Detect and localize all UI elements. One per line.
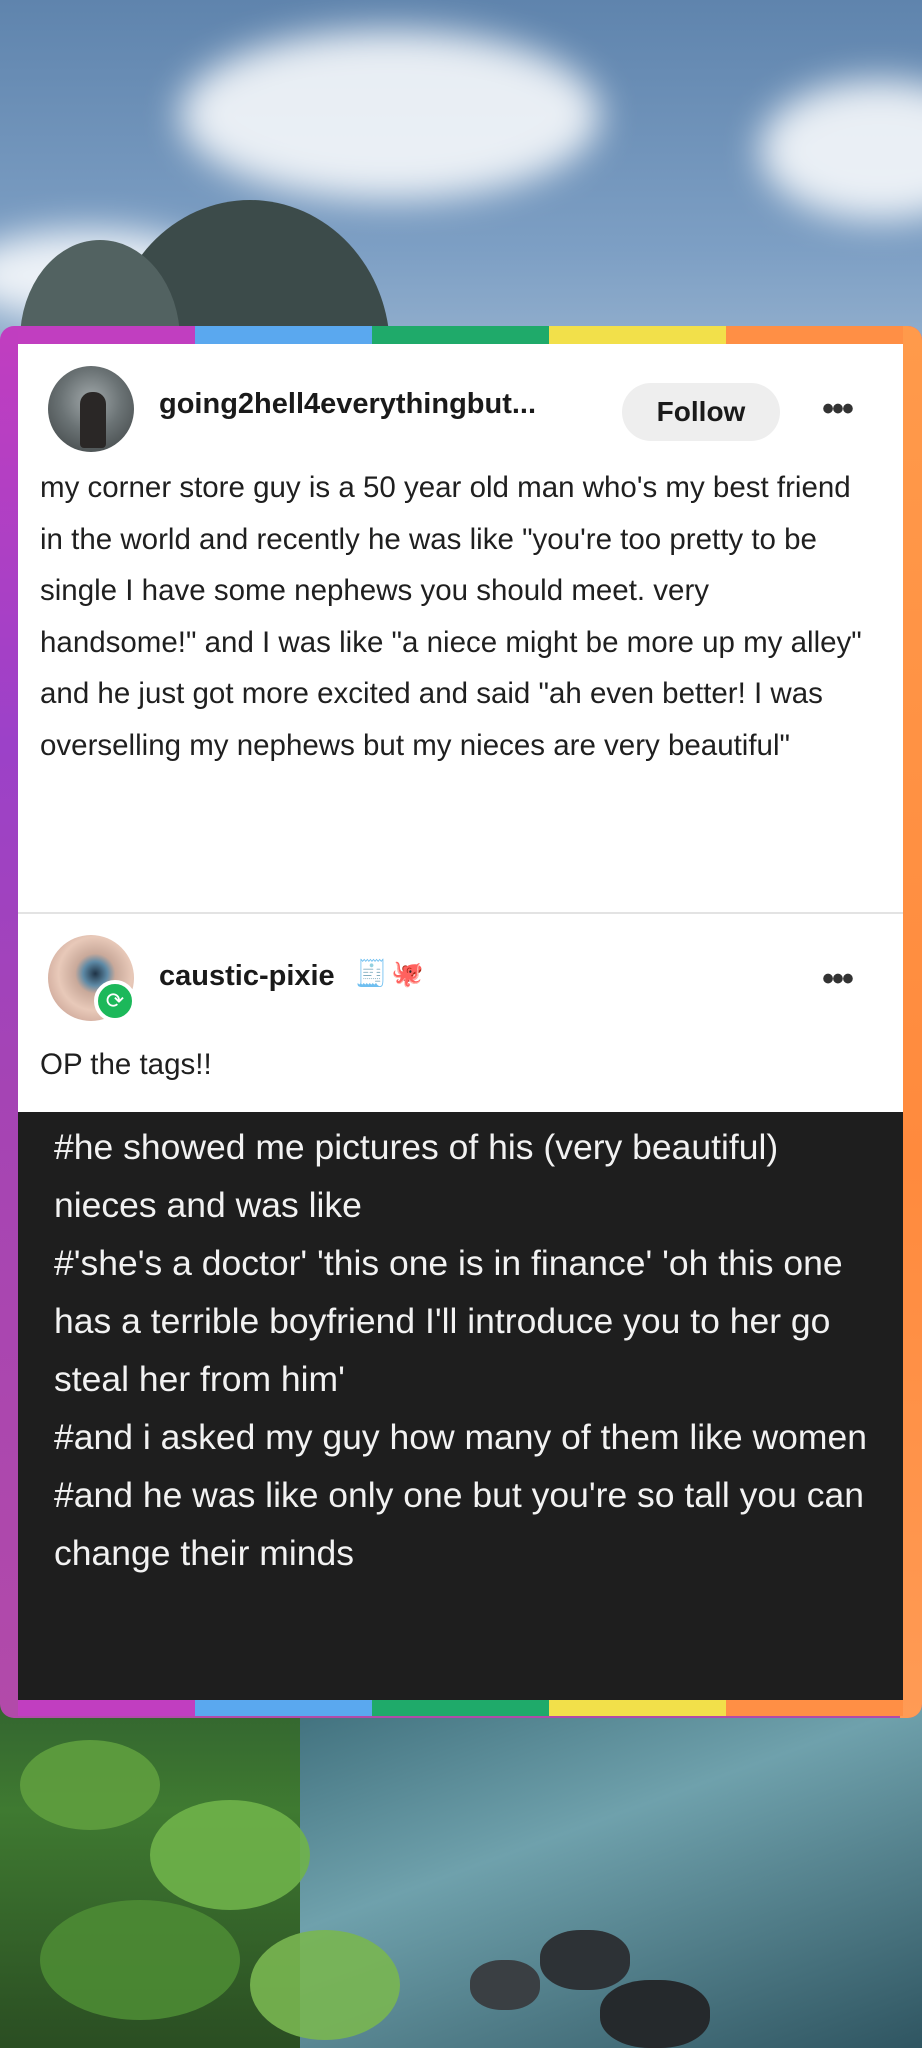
tags-list: #he showed me pictures of his (very beau… — [54, 1118, 884, 1582]
avatar-figure — [80, 392, 106, 448]
reblog-comment: OP the tags!! — [40, 1048, 212, 1081]
rainbow-segment — [726, 326, 903, 344]
tag[interactable]: #and i asked my guy how many of them lik… — [54, 1408, 884, 1466]
rainbow-segment — [195, 326, 372, 344]
rainbow-segment — [18, 1700, 195, 1716]
foliage — [150, 1800, 310, 1910]
post-body: my corner store guy is a 50 year old man… — [40, 471, 862, 762]
rainbow-border-bottom — [18, 1700, 903, 1716]
divider — [18, 912, 903, 914]
tag[interactable]: #and he was like only one but you're so … — [54, 1466, 884, 1582]
user-badge-icon[interactable]: 🧾 — [355, 958, 387, 989]
rock — [600, 1980, 710, 2048]
more-horizontal-icon[interactable]: ••• — [812, 962, 862, 996]
post-username[interactable]: going2hell4everythingbut... — [159, 388, 536, 421]
post-card: going2hell4everythingbut... Follow ••• m… — [18, 344, 903, 1700]
reblog-icon: ⟳ — [94, 980, 136, 1022]
tags-section: #he showed me pictures of his (very beau… — [18, 1112, 903, 1700]
rainbow-segment — [549, 326, 726, 344]
tag[interactable]: #he showed me pictures of his (very beau… — [54, 1118, 884, 1234]
follow-button[interactable]: Follow — [622, 383, 780, 441]
foliage — [20, 1740, 160, 1830]
rainbow-segment — [549, 1700, 726, 1716]
rainbow-segment — [372, 1700, 549, 1716]
rainbow-segment — [195, 1700, 372, 1716]
rainbow-border-top — [18, 326, 903, 344]
rainbow-segment — [18, 326, 195, 344]
foliage — [250, 1930, 400, 2040]
avatar[interactable] — [48, 366, 134, 452]
rainbow-segment — [726, 1700, 903, 1716]
tag[interactable]: #'she's a doctor' 'this one is in financ… — [54, 1234, 884, 1408]
rainbow-segment — [372, 326, 549, 344]
rock — [540, 1930, 630, 1990]
foliage — [40, 1900, 240, 2020]
rock — [470, 1960, 540, 2010]
cloud — [180, 30, 600, 200]
more-horizontal-icon[interactable]: ••• — [812, 392, 862, 426]
reblog-username[interactable]: caustic-pixie — [159, 960, 335, 993]
user-badge-icon[interactable]: 🐙 — [391, 958, 423, 989]
